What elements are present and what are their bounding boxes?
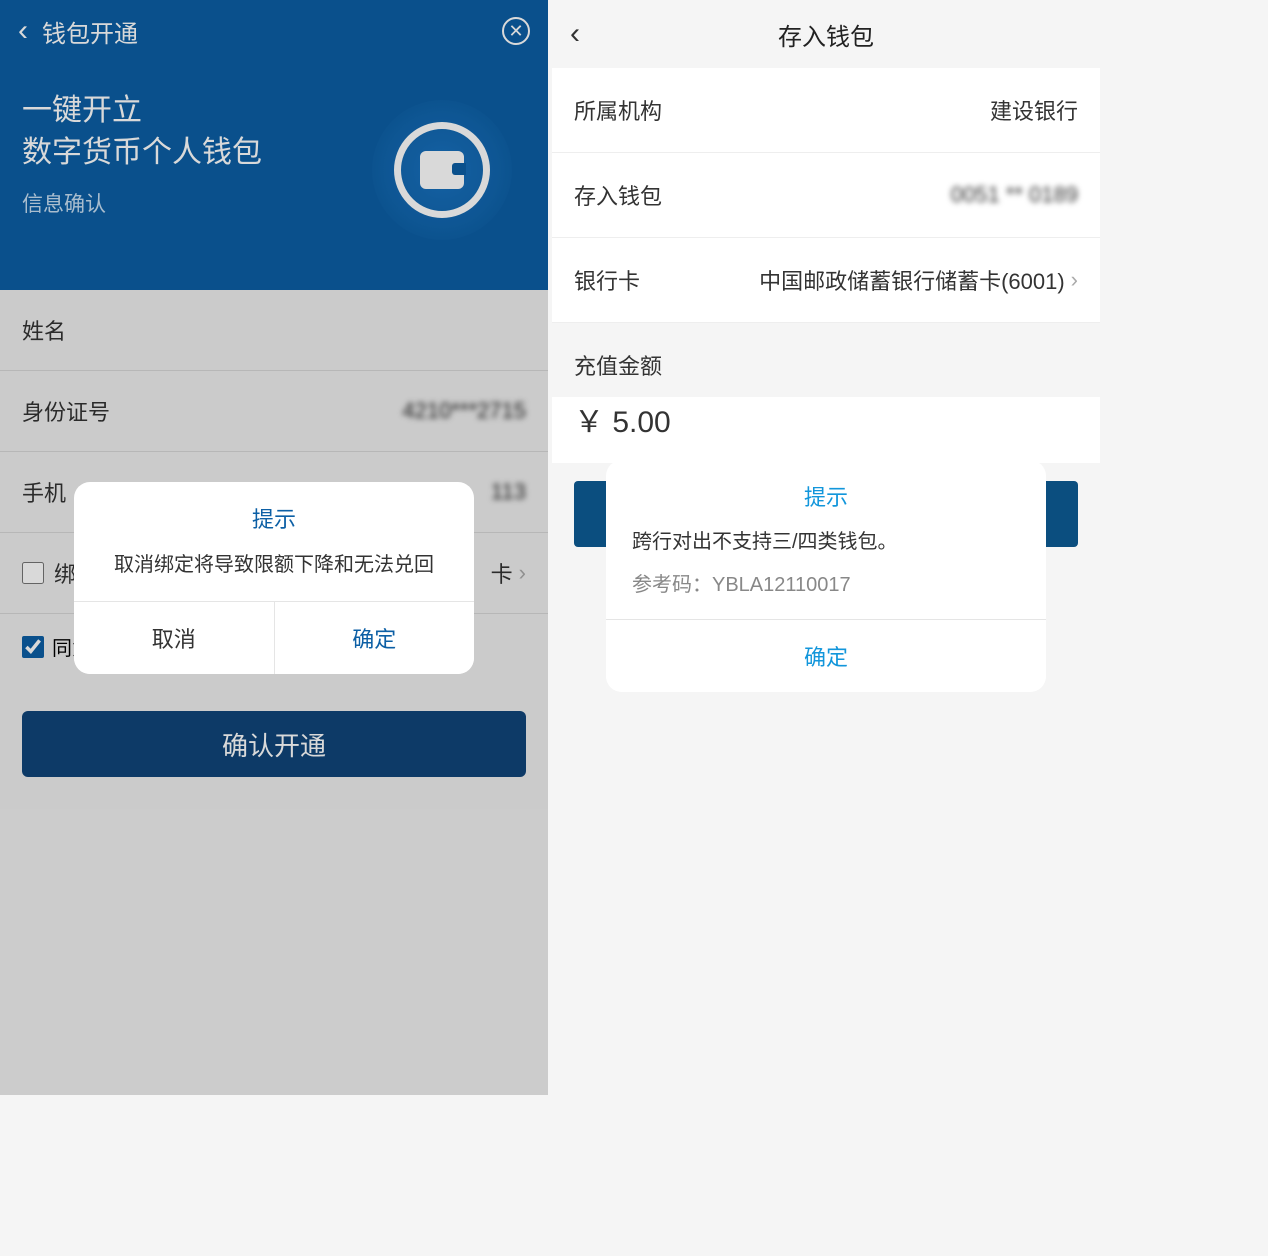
modal-overlay: 提示 跨行对出不支持三/四类钱包。 参考码：YBLA12110017 确定 <box>552 0 1100 1095</box>
dialog-title: 提示 <box>606 460 1046 526</box>
ok-button[interactable]: 确定 <box>275 602 475 674</box>
modal-overlay: 提示 取消绑定将导致限额下降和无法兑回 取消 确定 <box>0 0 548 1095</box>
dialog-message: 跨行对出不支持三/四类钱包。 <box>606 526 1046 568</box>
dialog-message: 取消绑定将导致限额下降和无法兑回 <box>74 548 474 601</box>
dialog-ref: 参考码：YBLA12110017 <box>606 568 1046 619</box>
dialog-title: 提示 <box>74 482 474 548</box>
cancel-button[interactable]: 取消 <box>74 602 275 674</box>
ok-button[interactable]: 确定 <box>606 619 1046 692</box>
right-screen: ‹ 存入钱包 所属机构 建设银行 存入钱包 0051 ** 0189 银行卡 中… <box>552 0 1100 1095</box>
alert-dialog: 提示 跨行对出不支持三/四类钱包。 参考码：YBLA12110017 确定 <box>606 460 1046 692</box>
alert-dialog: 提示 取消绑定将导致限额下降和无法兑回 取消 确定 <box>74 482 474 674</box>
left-screen: ‹ 钱包开通 ✕ 一键开立 数字货币个人钱包 信息确认 姓名 身份证号 4210… <box>0 0 548 1095</box>
